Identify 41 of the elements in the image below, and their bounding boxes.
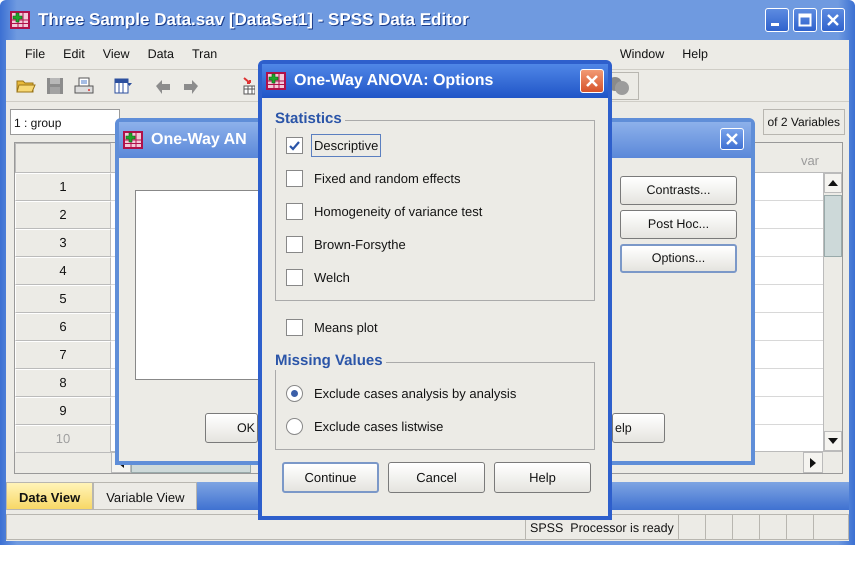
row-number[interactable]: 9 [15, 397, 111, 425]
dialog-button[interactable]: Contrasts... [620, 176, 737, 205]
group-legend: Statistics [275, 110, 345, 128]
window-title: Three Sample Data.sav [DataSet1] - SPSS Data Editor [38, 9, 469, 32]
row-number[interactable]: 7 [15, 341, 111, 369]
view-tab[interactable]: Data View [6, 482, 94, 510]
view-tab[interactable]: Variable View [93, 482, 198, 510]
radio-label[interactable]: Exclude cases analysis by analysis [311, 382, 520, 406]
row-number[interactable]: 8 [15, 369, 111, 397]
row-number[interactable]: 4 [15, 257, 111, 285]
row-number[interactable]: 3 [15, 229, 111, 257]
row-number[interactable]: 2 [15, 201, 111, 229]
dialog-button[interactable]: Options... [620, 244, 737, 273]
dialog-title: One-Way AN [151, 130, 247, 150]
checkbox-label[interactable]: Fixed and random effects [311, 166, 464, 190]
menu-item[interactable]: Data [138, 45, 183, 64]
menu-item[interactable]: File [16, 45, 54, 64]
dialog-button[interactable]: Help [494, 462, 591, 493]
dialog-button[interactable]: Continue [282, 462, 379, 493]
cell-reference-field[interactable]: 1 : group [10, 109, 120, 135]
dialog-button[interactable]: Cancel [388, 462, 485, 493]
checkbox-label[interactable]: Welch [311, 266, 353, 290]
menu-item[interactable]: Tran [182, 45, 226, 64]
row-number[interactable]: 6 [15, 313, 111, 341]
dialog-button[interactable]: Post Hoc... [620, 210, 737, 239]
checkbox-label[interactable]: Homogeneity of variance test [311, 200, 486, 224]
menu-item[interactable]: Window [610, 45, 674, 64]
row-number[interactable]: 1 [15, 173, 111, 201]
menu-item[interactable]: View [94, 45, 139, 64]
group-legend: Missing Values [275, 352, 386, 370]
menu-item[interactable]: Edit [54, 45, 94, 64]
dialog-button[interactable]: OK [205, 413, 258, 443]
dialog-button[interactable]: elp [612, 413, 665, 443]
radio-label[interactable]: Exclude cases listwise [311, 414, 446, 438]
row-number[interactable]: 5 [15, 285, 111, 313]
dialog-title: One-Way ANOVA: Options [294, 71, 494, 91]
checkbox-label[interactable]: Means plot [311, 316, 381, 340]
variable-count: of 2 Variables [762, 109, 845, 135]
menu-item[interactable]: Help [673, 45, 717, 64]
checkbox-label[interactable]: Descriptive [311, 134, 382, 158]
checkbox-label[interactable]: Brown-Forsythe [311, 232, 409, 256]
